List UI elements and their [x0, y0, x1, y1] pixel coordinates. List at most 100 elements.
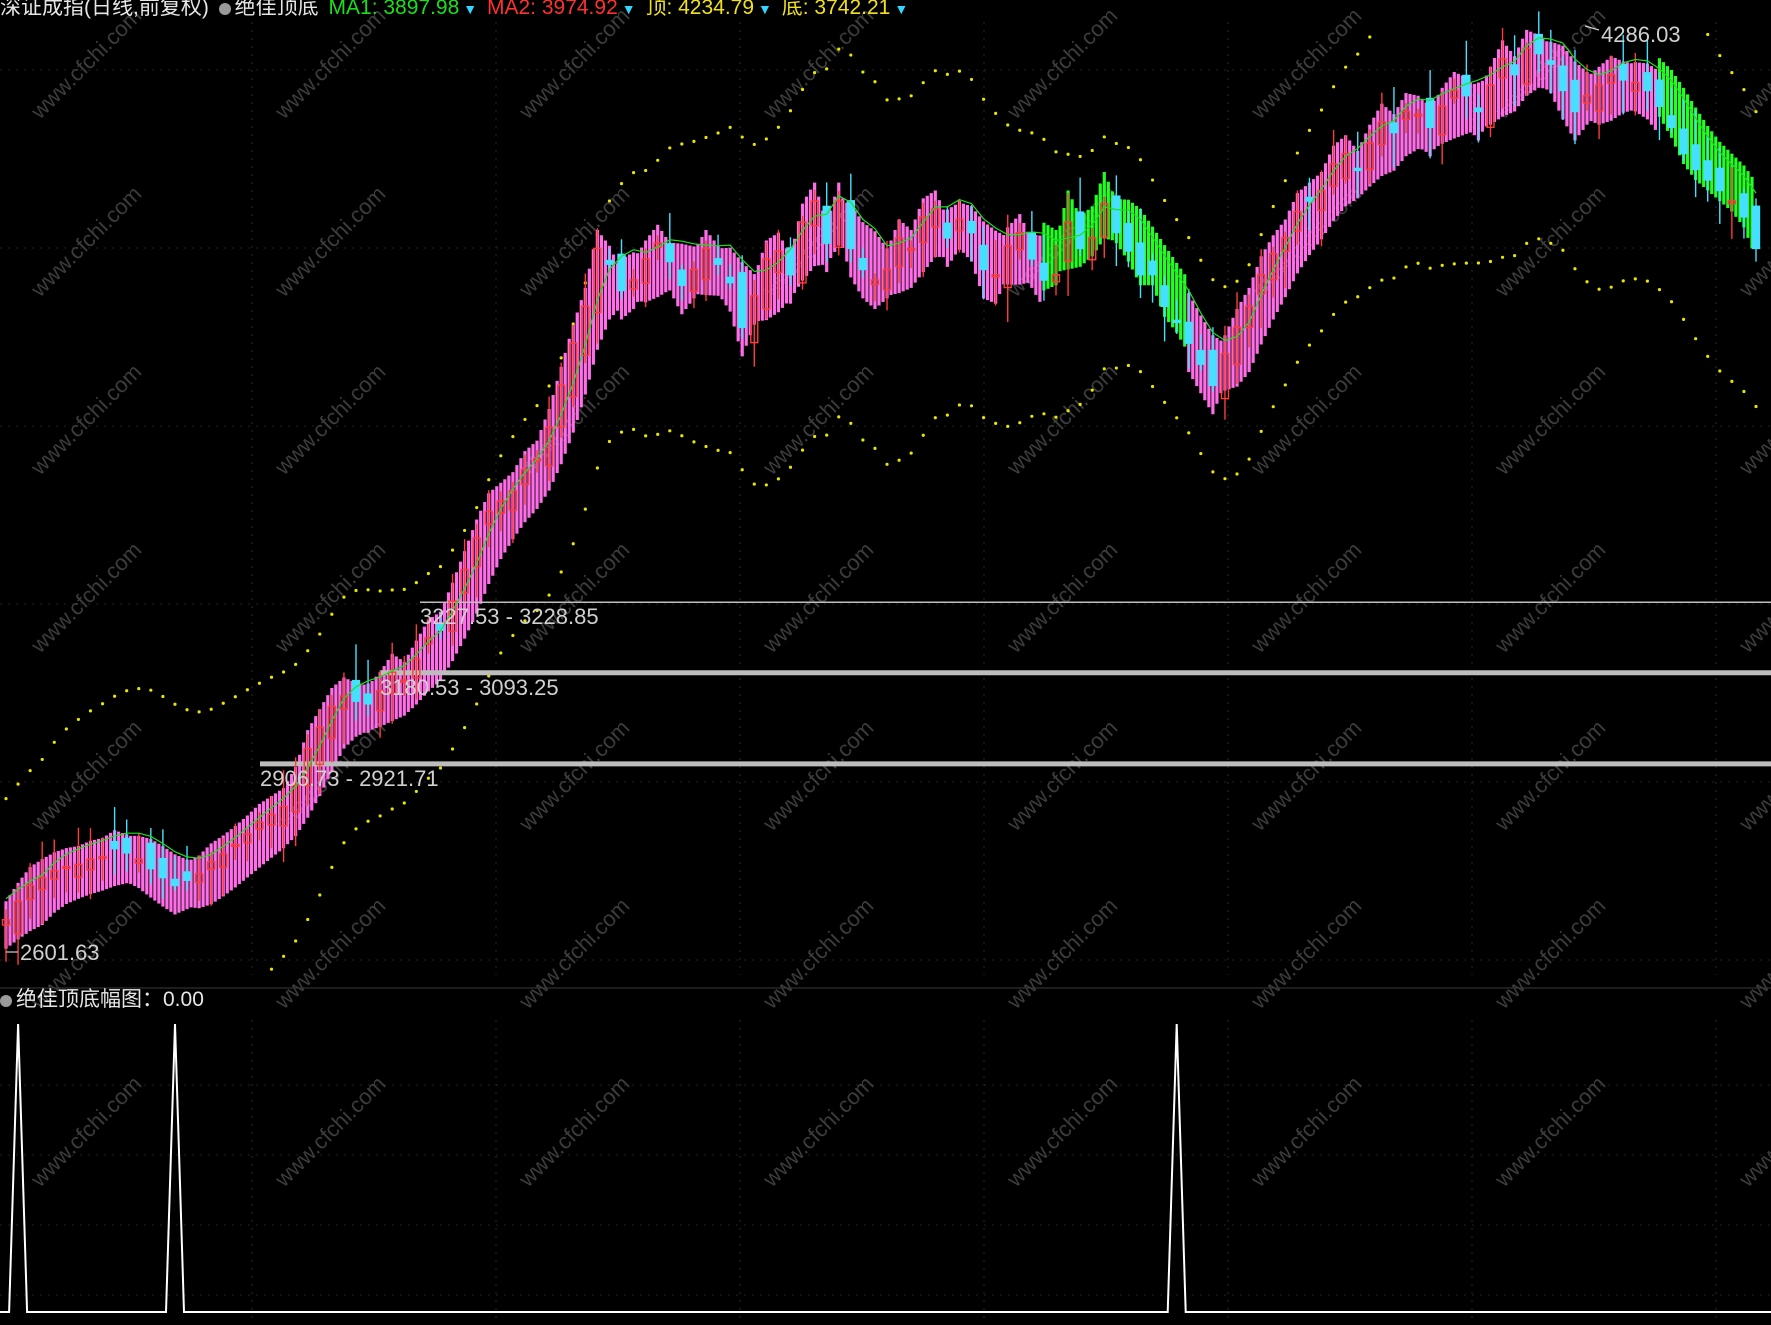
upper-envelope-dot [1742, 88, 1746, 92]
lower-envelope-dot [813, 434, 817, 439]
candle-body[interactable] [1474, 107, 1483, 113]
candle-body[interactable] [1039, 262, 1049, 281]
candle-body[interactable] [1751, 205, 1761, 250]
candle-body[interactable] [1027, 232, 1037, 260]
candle-body[interactable] [1546, 60, 1556, 65]
upper-envelope-dot [1331, 85, 1336, 89]
lower-envelope-dot [788, 465, 793, 469]
candle-body[interactable] [122, 837, 131, 854]
candle-body[interactable] [1462, 74, 1471, 97]
upper-envelope-dot [547, 384, 551, 388]
lower-envelope-dot [885, 462, 889, 466]
candle-body[interactable] [1691, 144, 1700, 171]
candle-body[interactable] [822, 205, 831, 244]
candle-body[interactable] [1619, 63, 1628, 81]
lower-envelope-dot [1730, 379, 1734, 383]
sub-indicator-toggle-icon[interactable] [0, 995, 12, 1007]
lower-envelope-dot [1476, 261, 1481, 265]
lower-envelope-dot [957, 403, 962, 407]
watermark-text: www.cfchi.com [757, 537, 878, 658]
candle-body[interactable] [1112, 195, 1121, 234]
candle-body[interactable] [725, 276, 735, 284]
candle-body[interactable] [170, 878, 180, 887]
candle-body[interactable] [943, 222, 952, 239]
chart-area[interactable]: www.cfchi.com www.cfchi.com www.cfchi.com w… [0, 0, 1771, 1325]
candle-body[interactable] [1570, 79, 1580, 113]
lower-envelope-dot [1645, 279, 1649, 283]
candle-body[interactable] [1425, 97, 1435, 129]
candle-body[interactable] [677, 269, 687, 286]
lower-envelope-dot [1356, 295, 1360, 299]
candle-body[interactable] [363, 693, 373, 705]
candle-body[interactable] [665, 243, 674, 263]
upper-envelope-dot [933, 69, 937, 73]
candle-body[interactable] [979, 244, 988, 271]
ma1-arrow-icon: ▼ [463, 1, 478, 17]
lower-envelope-dot [1223, 477, 1227, 481]
candle-body[interactable] [1160, 285, 1169, 308]
candle-body[interactable] [1703, 160, 1712, 181]
lower-envelope-dot [366, 819, 370, 823]
candle-body[interactable] [1739, 193, 1749, 218]
candle-body[interactable] [1305, 196, 1314, 202]
candle-body[interactable] [1196, 349, 1206, 365]
candle-body[interactable] [967, 220, 976, 234]
upper-envelope-dot [113, 694, 117, 698]
candle-body[interactable] [182, 871, 192, 881]
indicator-toggle-icon[interactable] [218, 3, 231, 15]
candle-body[interactable] [1208, 349, 1218, 386]
candle-body[interactable] [1075, 211, 1085, 250]
candle-body[interactable] [1172, 319, 1181, 324]
candle-body[interactable] [738, 272, 747, 329]
ma2-value: MA2: 3974.92 [486, 0, 618, 19]
candle-body[interactable] [1124, 223, 1133, 252]
candle-body[interactable] [858, 258, 868, 271]
upper-envelope-dot [269, 675, 274, 679]
lower-envelope-dot [1513, 254, 1517, 258]
candle-body[interactable] [605, 259, 614, 265]
candle-body[interactable] [1558, 65, 1568, 92]
bottom-arrow-icon: ▼ [894, 1, 909, 17]
candle-body[interactable] [1353, 167, 1362, 172]
symbol-label[interactable]: 深证成指(日线,前复权) [0, 0, 209, 19]
lower-envelope-dot [1271, 405, 1275, 409]
candle-body[interactable] [1667, 115, 1676, 129]
upper-envelope-dot [245, 688, 249, 692]
lower-envelope-dot [1585, 280, 1589, 284]
candle-body[interactable] [1510, 64, 1519, 76]
upper-envelope-dot [813, 71, 817, 75]
candle-body[interactable] [1148, 260, 1157, 276]
upper-envelope-dot [644, 168, 648, 173]
candle-body[interactable] [1679, 128, 1688, 155]
candle-body[interactable] [1655, 79, 1664, 107]
lower-envelope-dot [1344, 300, 1348, 304]
candle-body[interactable] [146, 842, 156, 870]
candle-body[interactable] [1643, 72, 1652, 92]
watermark-text: www.cfchi.com [757, 715, 878, 836]
lower-envelope-dot [1319, 329, 1324, 333]
upper-envelope-dot [885, 98, 889, 102]
lower-envelope-dot [945, 413, 949, 417]
candle-body[interactable] [110, 840, 119, 850]
upper-envelope-dot [740, 135, 744, 139]
indicator-name[interactable]: 绝佳顶底 [235, 0, 319, 19]
upper-envelope-dot [426, 571, 431, 576]
upper-envelope-dot [487, 478, 491, 482]
upper-envelope-dot [390, 588, 394, 592]
candle-body[interactable] [846, 200, 856, 250]
lower-envelope-dot [1549, 241, 1553, 245]
upper-envelope-dot [1078, 154, 1082, 159]
upper-envelope-dot [788, 109, 793, 113]
watermark-text: www.cfchi.com [513, 1071, 634, 1192]
candle-body[interactable] [351, 679, 361, 702]
candle-body[interactable] [1715, 167, 1724, 192]
lower-envelope-dot [619, 430, 624, 434]
candle-body[interactable] [1184, 321, 1193, 344]
sub-panel-title[interactable]: 绝佳顶底幅图：0.00 [16, 988, 204, 1011]
candle-body[interactable] [713, 258, 723, 265]
lower-envelope-dot [1126, 363, 1131, 368]
candle-body[interactable] [1136, 242, 1145, 276]
watermark-text: www.cfchi.com [757, 359, 878, 480]
candle-body[interactable] [1389, 122, 1399, 134]
candle-body[interactable] [158, 857, 168, 879]
